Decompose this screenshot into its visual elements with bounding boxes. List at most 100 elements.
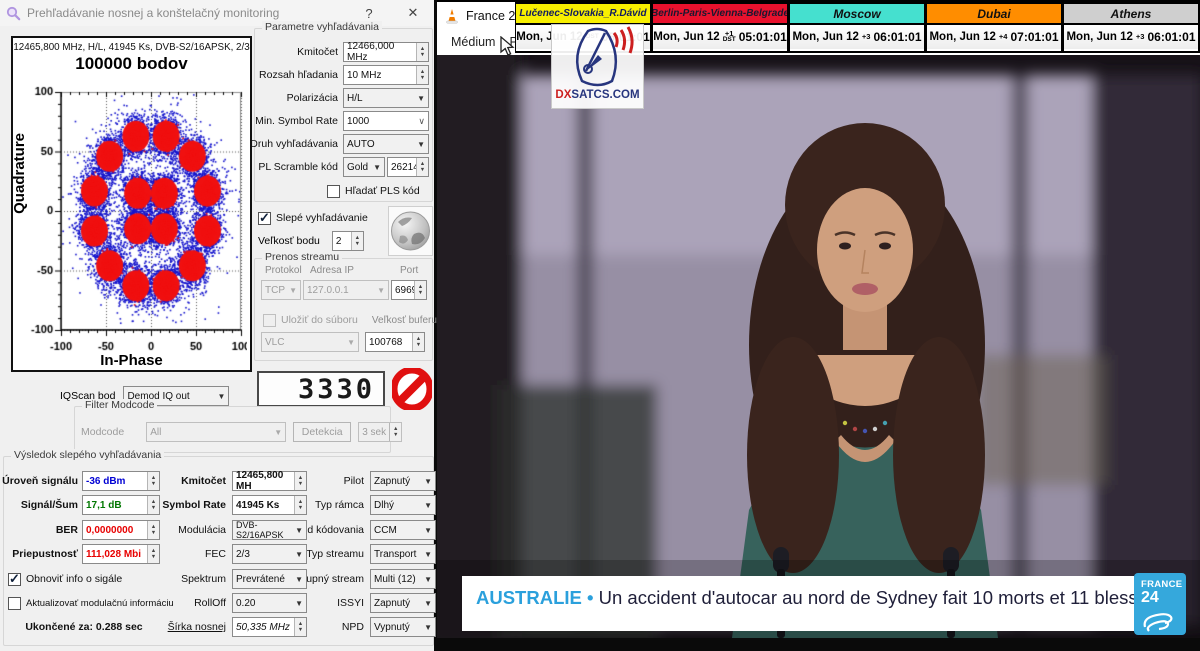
pl-scramble-code-input[interactable]: 262140 — [387, 157, 429, 177]
clock-time: Mon, Jun 12 +3 06:01:01 — [790, 25, 924, 49]
spinner-arrows[interactable] — [147, 496, 159, 514]
throughput-value[interactable]: 111,028 Mbi — [82, 544, 160, 564]
search-type-select[interactable]: AUTO▼ — [343, 134, 429, 154]
signal-level-value[interactable]: -36 dBm — [82, 471, 160, 491]
min-symbol-rate-label: Min. Symbol Rate — [259, 115, 343, 127]
spinner-arrows[interactable] — [294, 618, 306, 636]
chevron-down-icon: ▼ — [373, 163, 381, 172]
pilot-select[interactable]: Zapnutý▼ — [370, 471, 436, 491]
spinner-arrows[interactable] — [416, 66, 428, 84]
spinner-arrows[interactable] — [147, 472, 159, 490]
close-button[interactable]: ✕ — [398, 0, 428, 26]
buffer-size-input[interactable]: 100768 — [365, 332, 425, 352]
pl-scramble-type-select[interactable]: Gold▼ — [343, 157, 385, 177]
pl-scramble-label: PL Scramble kód — [259, 161, 343, 173]
update-modulation-checkbox[interactable] — [8, 597, 21, 610]
result-frequency-value[interactable]: 12465,800 MH — [232, 471, 307, 491]
x-axis-label: In-Phase — [13, 352, 250, 369]
modulation-select[interactable]: DVB-S2/16APSK▼ — [232, 520, 307, 540]
spinner-arrows[interactable] — [294, 472, 306, 490]
blind-search-checkbox[interactable] — [258, 212, 271, 225]
throughput-label: Priepustnosť — [8, 548, 82, 560]
news-ticker: AUSTRALIE • Un accident d'autocar au nor… — [462, 576, 1134, 631]
spinner-arrows[interactable] — [416, 43, 428, 61]
magnifier-icon — [6, 6, 21, 21]
search-range-label: Rozsah hľadania — [259, 69, 343, 81]
find-pls-label: Hľadať PLS kód — [345, 185, 420, 197]
clock-athens: Athens Mon, Jun 12 +3 06:01:01 — [1063, 2, 1200, 53]
carrier-width-value[interactable]: 50,335 MHz — [232, 617, 307, 637]
video-area[interactable] — [437, 55, 1200, 651]
search-range-input[interactable]: 10 MHz — [343, 65, 429, 85]
group-title: Prenos streamu — [262, 251, 342, 263]
chevron-down-icon: ▼ — [289, 286, 297, 295]
save-to-file-label: Uložiť do súboru — [281, 314, 358, 326]
spinner-arrows[interactable] — [412, 333, 424, 351]
chevron-down-icon: ∨ — [418, 116, 425, 127]
spectrum-select[interactable]: Prevrátené▼ — [232, 569, 307, 589]
issyi-select[interactable]: Zapnutý▼ — [370, 593, 436, 613]
symbol-rate-value[interactable]: 41945 Ks — [232, 495, 307, 515]
input-stream-select[interactable]: Multi (12)▼ — [370, 569, 436, 589]
polarization-label: Polarizácia — [259, 92, 343, 104]
find-pls-checkbox[interactable] — [327, 185, 340, 198]
chevron-down-icon: ▼ — [377, 286, 385, 295]
refresh-info-row: Obnoviť info o sigále — [8, 573, 160, 586]
point-size-input[interactable]: 2 — [332, 231, 364, 251]
spinner-arrows[interactable] — [147, 545, 159, 563]
update-modulation-label: Aktualizovať modulačnú informáciu — [26, 598, 174, 609]
y-axis-label: Quadrature — [11, 133, 28, 214]
pilot-label: Pilot — [309, 475, 368, 487]
min-symbol-rate-combo[interactable]: 1000∨ — [343, 111, 429, 131]
polarization-select[interactable]: H/L▼ — [343, 88, 429, 108]
chevron-down-icon: ▼ — [347, 338, 355, 347]
dxsatcs-watermark: DXSATCS.COM — [551, 24, 644, 109]
snr-value[interactable]: 17,1 dB — [82, 495, 160, 515]
frequency-input[interactable]: 12466,000 MHz — [343, 42, 429, 62]
fec-select[interactable]: 2/3▼ — [232, 544, 307, 564]
chevron-down-icon: ▼ — [424, 477, 432, 486]
spinner-arrows[interactable] — [294, 496, 306, 514]
spinner-arrows[interactable] — [351, 232, 363, 250]
modcode-label: Modcode — [81, 426, 124, 438]
frame-type-select[interactable]: Dlhý▼ — [370, 495, 436, 515]
stream-type-select[interactable]: Transport▼ — [370, 544, 436, 564]
vlc-cone-icon — [445, 8, 459, 24]
chevron-down-icon: ▼ — [295, 550, 303, 559]
npd-select[interactable]: Vypnutý▼ — [370, 617, 436, 637]
issyi-label: ISSYI — [309, 597, 368, 609]
ticker-category: AUSTRALIE — [476, 587, 582, 608]
spinner-arrows — [389, 423, 401, 441]
chevron-down-icon: ▼ — [417, 140, 425, 149]
signal-level-label: Úroveň signálu — [8, 475, 82, 487]
ticker-text: Un accident d'autocar au nord de Sydney … — [599, 587, 1134, 608]
satellite-dish-icon — [558, 25, 638, 91]
menu-media[interactable]: Médium — [451, 35, 495, 49]
chevron-down-icon: ▼ — [295, 599, 303, 608]
chevron-down-icon: ▼ — [424, 501, 432, 510]
rolloff-select[interactable]: 0.20▼ — [232, 593, 307, 613]
ber-value[interactable]: 0,0000000 — [82, 520, 160, 540]
france24-logo: FRANCE 24 — [1134, 573, 1186, 635]
clock-dubai: Dubai Mon, Jun 12 +4 07:01:01 — [926, 2, 1063, 53]
port-input[interactable]: 6969 — [391, 280, 427, 300]
spinner-arrows[interactable] — [147, 521, 159, 539]
chevron-down-icon: ▼ — [424, 623, 432, 632]
blind-search-label: Slepé vyhľadávanie — [276, 212, 368, 224]
clock-city-label: Moscow — [790, 4, 924, 25]
video-frame-news-presenter — [437, 55, 1200, 638]
clock-city-label: Berlin-Paris-Vienna-Belgrade — [653, 4, 787, 25]
clock-time: Mon, Jun 12 +4 07:01:01 — [927, 25, 1061, 49]
blind-search-row: Slepé vyhľadávanie — [258, 207, 368, 229]
spinner-arrows[interactable] — [416, 158, 428, 176]
clock-city-label: Lučenec-Slovakia_R.Dávid — [516, 4, 650, 25]
refresh-signal-info-checkbox[interactable] — [8, 573, 21, 586]
window-title: Prehľadávanie nosnej a konštelačný monit… — [27, 6, 279, 20]
save-to-file-checkbox — [263, 314, 276, 327]
watermark-satcs: SATCS.COM — [571, 89, 639, 101]
spectrum-label: Spektrum — [162, 573, 230, 585]
rolloff-label: RollOff — [162, 597, 230, 609]
spinner-arrows[interactable] — [414, 281, 426, 299]
coding-mode-select[interactable]: CCM▼ — [370, 520, 436, 540]
stop-icon[interactable] — [391, 366, 433, 412]
